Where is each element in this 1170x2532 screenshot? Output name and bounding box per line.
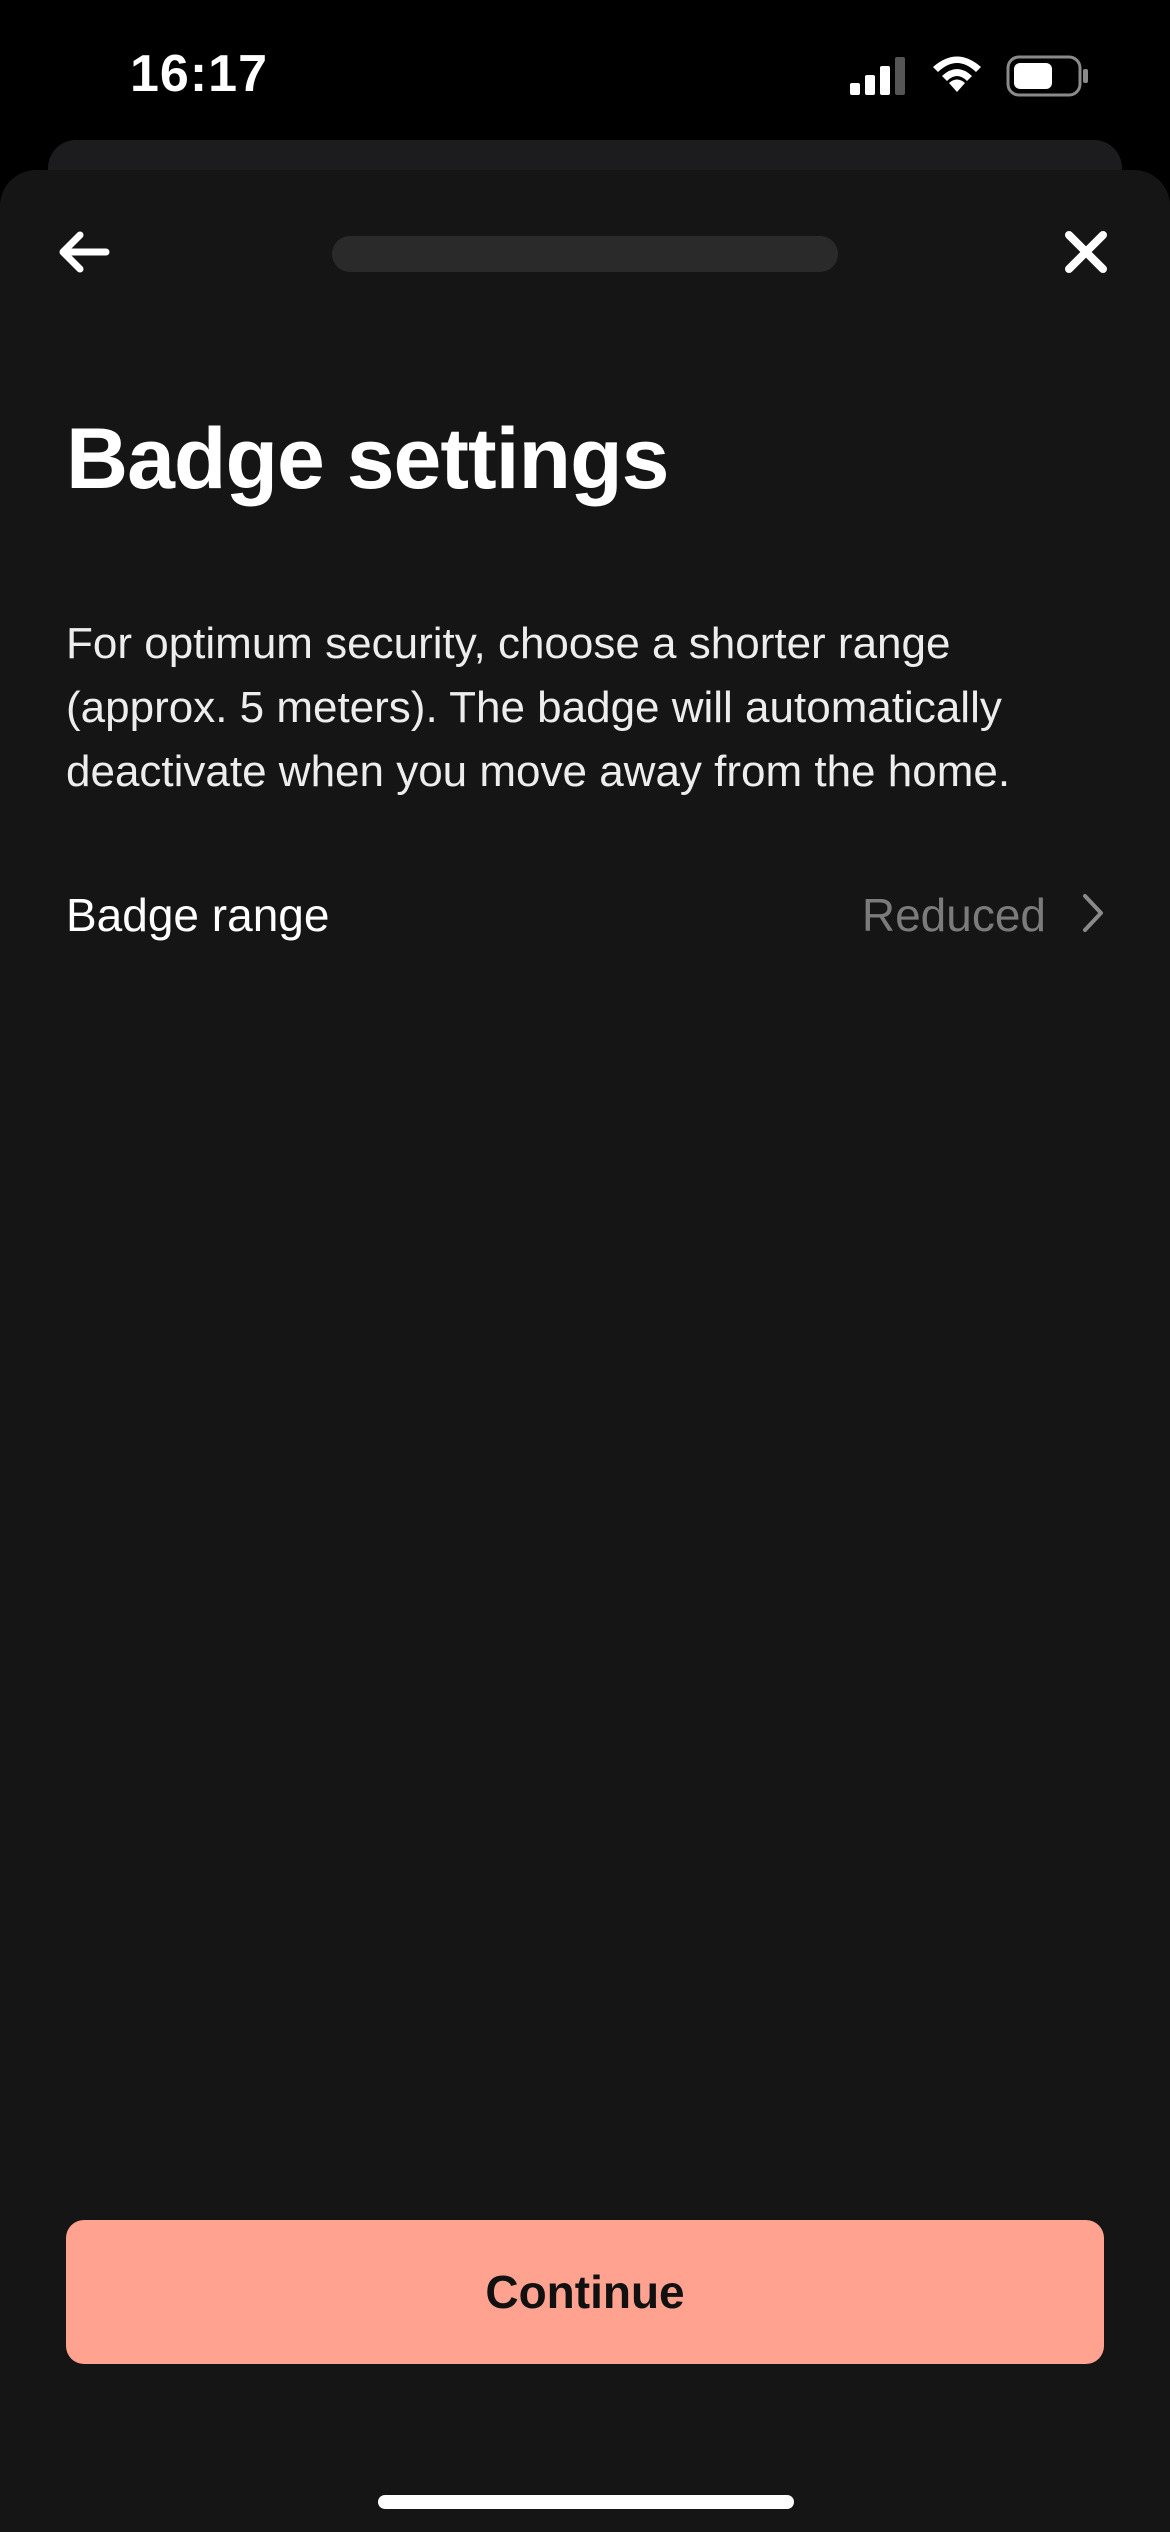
status-bar: 16:17 bbox=[0, 0, 1170, 150]
badge-range-value-group: Reduced bbox=[862, 888, 1106, 942]
progress-bar bbox=[332, 236, 838, 272]
progress-bar-fill bbox=[332, 236, 838, 272]
arrow-left-icon bbox=[56, 228, 112, 281]
continue-button[interactable]: Continue bbox=[66, 2220, 1104, 2364]
chevron-right-icon bbox=[1080, 892, 1106, 939]
battery-icon bbox=[1006, 55, 1090, 102]
badge-range-label: Badge range bbox=[66, 889, 330, 941]
page-description: For optimum security, choose a shorter r… bbox=[66, 619, 1011, 796]
bottom-sheet: Badge settings For optimum security, cho… bbox=[0, 170, 1170, 2532]
home-indicator bbox=[378, 2495, 794, 2509]
close-button[interactable] bbox=[1054, 222, 1118, 286]
signal-icon bbox=[850, 56, 908, 100]
status-icons bbox=[850, 55, 1090, 102]
page-title: Badge settings bbox=[66, 411, 669, 507]
status-time: 16:17 bbox=[130, 45, 268, 103]
badge-range-value: Reduced bbox=[861, 889, 1046, 941]
wifi-icon bbox=[930, 56, 984, 101]
badge-range-row[interactable]: Badge range Reduced bbox=[66, 860, 1106, 970]
back-button[interactable] bbox=[52, 222, 116, 286]
close-icon bbox=[1063, 229, 1109, 280]
